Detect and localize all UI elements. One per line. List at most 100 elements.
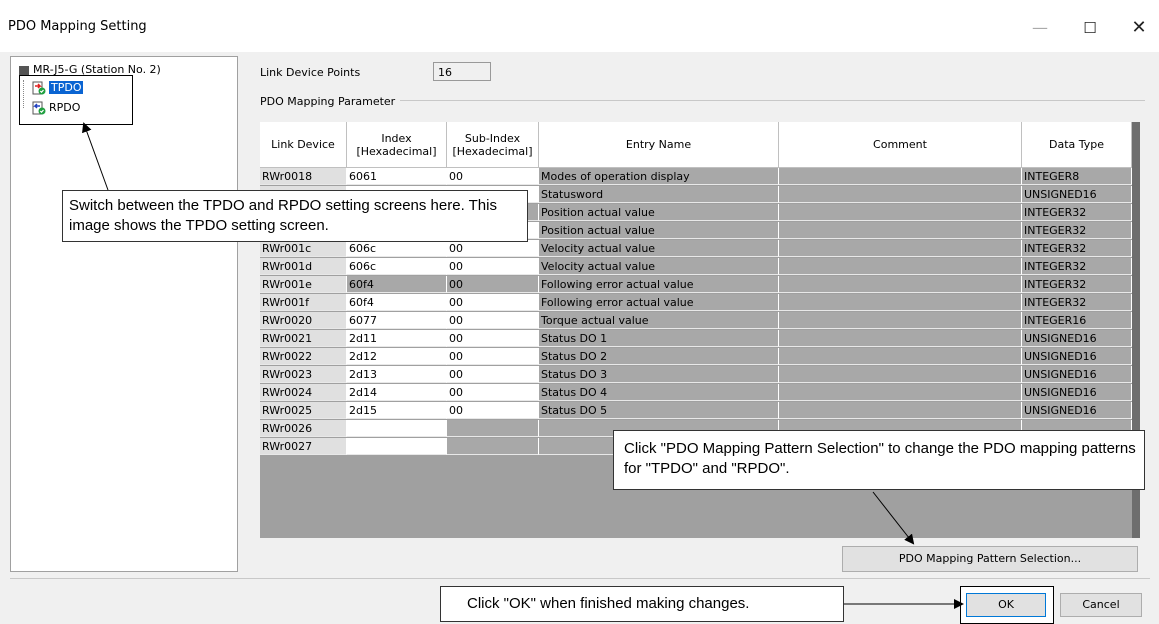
table-cell-type: UNSIGNED16 (1022, 186, 1132, 203)
link-device-points-label: Link Device Points (260, 66, 361, 79)
table-cell-type: INTEGER8 (1022, 168, 1132, 185)
pdo-mapping-pattern-selection-button[interactable]: PDO Mapping Pattern Selection... (842, 546, 1138, 572)
table-cell-comment[interactable] (779, 240, 1022, 257)
minimize-icon[interactable]: — (1020, 14, 1060, 42)
table-cell-device: RWr0022 (260, 348, 347, 365)
table-cell-sub[interactable]: 00 (447, 168, 539, 185)
pdo-mapping-parameter-label: PDO Mapping Parameter (260, 95, 396, 108)
table-cell-comment[interactable] (779, 402, 1022, 419)
table-cell-sub[interactable]: 00 (447, 348, 539, 365)
table-cell-index[interactable]: 2d13 (347, 366, 447, 383)
table-cell-index[interactable]: 6077 (347, 312, 447, 329)
callout-pattern-selection: Click "PDO Mapping Pattern Selection" to… (613, 430, 1145, 490)
header-index[interactable]: Index [Hexadecimal] (347, 122, 447, 168)
table-row[interactable]: RWr001f 60f4 00 Following error actual valu… (260, 294, 1132, 311)
ok-button[interactable]: OK (966, 593, 1046, 617)
table-row[interactable]: RWr001d 606c 00 Velocity actual value INTEGE… (260, 258, 1132, 275)
table-cell-name: Status DO 3 (539, 366, 779, 383)
table-cell-device: RWr0025 (260, 402, 347, 419)
table-cell-sub[interactable]: 00 (447, 312, 539, 329)
tree-item-label: TPDO (49, 81, 84, 94)
table-cell-sub[interactable]: 00 (447, 276, 539, 293)
group-divider (400, 100, 1145, 101)
title-bar: PDO Mapping Setting — ☐ ✕ (0, 0, 1159, 52)
table-cell-index[interactable]: 606c (347, 258, 447, 275)
tpdo-send-icon (32, 81, 46, 95)
table-cell-device: RWr001f (260, 294, 347, 311)
header-entry-name[interactable]: Entry Name (539, 122, 779, 168)
maximize-icon[interactable]: ☐ (1070, 14, 1110, 42)
window-title: PDO Mapping Setting (8, 19, 147, 34)
table-row[interactable]: RWr0025 2d15 00 Status DO 5 UNSIGNED16 (260, 402, 1132, 419)
table-row[interactable]: RWr0023 2d13 00 Status DO 3 UNSIGNED16 (260, 366, 1132, 383)
tree-item-highlight-box: TPDO RPDO (19, 75, 133, 125)
table-cell-index[interactable] (347, 438, 447, 455)
table-cell-comment[interactable] (779, 348, 1022, 365)
table-cell-device: RWr0026 (260, 420, 347, 437)
table-cell-type: UNSIGNED16 (1022, 348, 1132, 365)
table-cell-sub[interactable]: 00 (447, 294, 539, 311)
table-cell-index[interactable]: 2d14 (347, 384, 447, 401)
table-cell-name: Status DO 1 (539, 330, 779, 347)
header-link-device[interactable]: Link Device (260, 122, 347, 168)
header-sub-index[interactable]: Sub-Index [Hexadecimal] (447, 122, 539, 168)
table-cell-comment[interactable] (779, 186, 1022, 203)
table-cell-device: RWr0021 (260, 330, 347, 347)
link-device-points-field[interactable]: 16 (433, 62, 491, 81)
table-cell-comment[interactable] (779, 384, 1022, 401)
callout-switch-tpdo-rpdo: Switch between the TPDO and RPDO setting… (62, 190, 528, 242)
table-cell-device: RWr001e (260, 276, 347, 293)
table-cell-device: RWr001d (260, 258, 347, 275)
table-row[interactable]: RWr0024 2d14 00 Status DO 4 UNSIGNED16 (260, 384, 1132, 401)
cancel-button[interactable]: Cancel (1060, 593, 1142, 617)
table-cell-index[interactable]: 2d12 (347, 348, 447, 365)
table-cell-comment[interactable] (779, 168, 1022, 185)
table-cell-sub[interactable] (447, 438, 539, 455)
table-cell-name: Position actual value (539, 222, 779, 239)
table-cell-type: INTEGER32 (1022, 258, 1132, 275)
close-icon[interactable]: ✕ (1119, 14, 1159, 42)
table-cell-sub[interactable]: 00 (447, 330, 539, 347)
table-cell-index[interactable]: 606c (347, 240, 447, 257)
header-data-type[interactable]: Data Type (1022, 122, 1132, 168)
table-cell-comment[interactable] (779, 204, 1022, 221)
table-cell-index[interactable]: 60f4 (347, 276, 447, 293)
table-cell-index[interactable]: 60f4 (347, 294, 447, 311)
table-cell-type: UNSIGNED16 (1022, 330, 1132, 347)
table-cell-comment[interactable] (779, 312, 1022, 329)
table-cell-index[interactable]: 6061 (347, 168, 447, 185)
table-cell-device: RWr0023 (260, 366, 347, 383)
footer-divider (10, 578, 1150, 579)
table-row[interactable]: RWr0022 2d12 00 Status DO 2 UNSIGNED16 (260, 348, 1132, 365)
table-cell-name: Status DO 2 (539, 348, 779, 365)
table-cell-index[interactable]: 2d11 (347, 330, 447, 347)
table-cell-sub[interactable] (447, 420, 539, 437)
table-cell-type: INTEGER32 (1022, 204, 1132, 221)
table-cell-sub[interactable]: 00 (447, 240, 539, 257)
tree-item-tpdo[interactable]: TPDO (32, 80, 84, 96)
table-cell-comment[interactable] (779, 258, 1022, 275)
tree-item-rpdo[interactable]: RPDO (32, 100, 80, 116)
table-cell-type: INTEGER32 (1022, 240, 1132, 257)
header-comment[interactable]: Comment (779, 122, 1022, 168)
table-cell-comment[interactable] (779, 366, 1022, 383)
table-cell-sub[interactable]: 00 (447, 258, 539, 275)
table-cell-sub[interactable]: 00 (447, 384, 539, 401)
table-row[interactable]: RWr001e 60f4 00 Following error actual valu… (260, 276, 1132, 293)
table-cell-type: UNSIGNED16 (1022, 384, 1132, 401)
tree-item-label: RPDO (49, 101, 81, 114)
table-row[interactable]: RWr0021 2d11 00 Status DO 1 UNSIGNED16 (260, 330, 1132, 347)
table-row[interactable]: RWr0020 6077 00 Torque actual value INTEGER1… (260, 312, 1132, 329)
table-cell-sub[interactable]: 00 (447, 366, 539, 383)
table-row[interactable]: RWr0018 6061 00 Modes of operation display I… (260, 168, 1132, 185)
table-cell-index[interactable]: 2d15 (347, 402, 447, 419)
table-cell-comment[interactable] (779, 222, 1022, 239)
table-row[interactable]: RWr001c 606c 00 Velocity actual value INTEGE… (260, 240, 1132, 257)
table-cell-comment[interactable] (779, 276, 1022, 293)
table-cell-index[interactable] (347, 420, 447, 437)
table-cell-comment[interactable] (779, 330, 1022, 347)
table-cell-comment[interactable] (779, 294, 1022, 311)
table-cell-name: Position actual value (539, 204, 779, 221)
table-cell-type: INTEGER32 (1022, 294, 1132, 311)
table-cell-sub[interactable]: 00 (447, 402, 539, 419)
